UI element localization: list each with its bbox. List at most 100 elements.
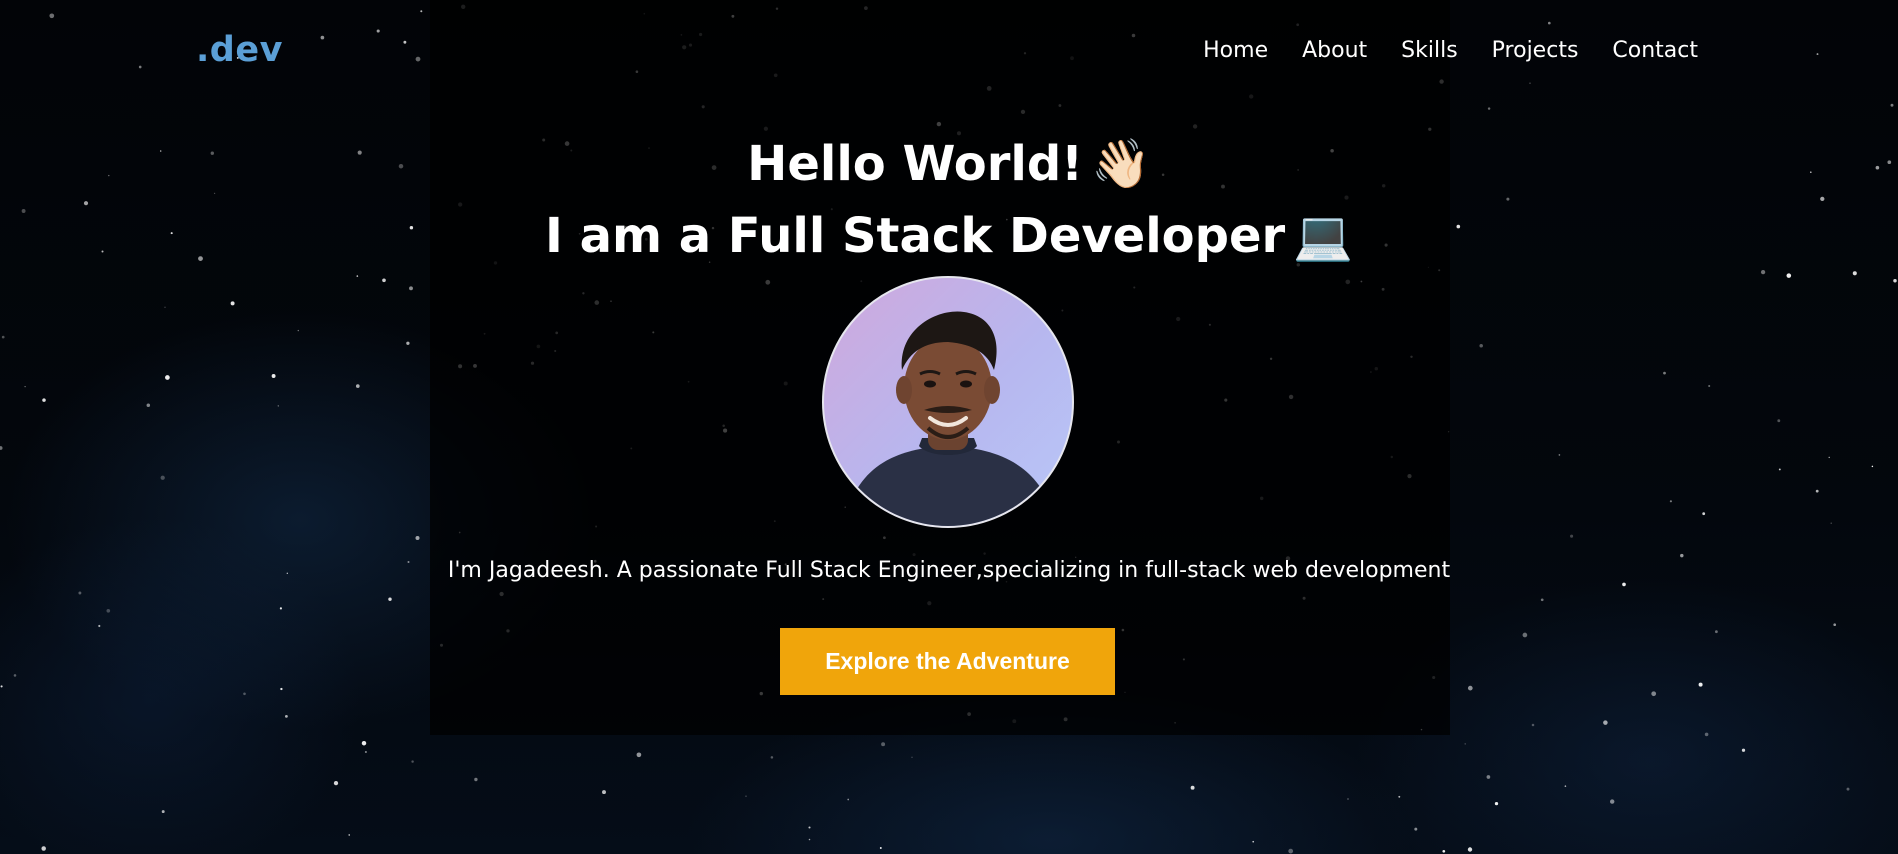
star	[243, 692, 246, 696]
star	[847, 798, 850, 801]
intro-text: I'm Jagadeesh. A passionate Full Stack E…	[447, 558, 1451, 583]
star	[1846, 787, 1850, 791]
star	[361, 740, 367, 746]
star	[42, 398, 46, 402]
star	[138, 65, 142, 69]
hero-heading: Hello World! 👋🏻 I am a Full Stack Develop…	[0, 128, 1898, 272]
star	[355, 384, 360, 388]
star	[1786, 273, 1792, 278]
star	[415, 535, 420, 541]
site-logo[interactable]: .dev	[196, 30, 283, 70]
star	[1547, 21, 1551, 25]
star	[164, 306, 166, 308]
star	[297, 329, 299, 332]
star	[879, 847, 882, 849]
star	[403, 40, 407, 44]
star	[1871, 465, 1874, 468]
star	[1778, 468, 1781, 471]
star	[1893, 279, 1897, 283]
star	[230, 301, 235, 306]
star	[1464, 743, 1466, 745]
star	[411, 760, 414, 763]
star	[1442, 849, 1446, 853]
nav-skills-link[interactable]: Skills	[1401, 38, 1458, 63]
star	[1540, 598, 1544, 602]
main-nav: Home About Skills Projects Contact	[1203, 38, 1698, 63]
star	[106, 608, 111, 613]
star	[348, 834, 350, 836]
star	[1414, 827, 1418, 831]
star	[41, 846, 46, 851]
star	[745, 795, 747, 797]
star	[1558, 454, 1561, 456]
star	[24, 385, 26, 388]
star	[320, 35, 325, 40]
star	[1479, 343, 1483, 348]
explore-adventure-button[interactable]: Explore the Adventure	[780, 628, 1115, 695]
nav-about-link[interactable]: About	[1302, 38, 1367, 63]
star	[0, 446, 3, 450]
role-line: I am a Full Stack Developer 💻	[0, 200, 1898, 272]
star	[1680, 553, 1684, 558]
star	[474, 777, 478, 782]
star	[1828, 456, 1830, 459]
star	[1704, 732, 1709, 737]
star	[1603, 720, 1608, 725]
star	[770, 756, 774, 759]
star	[1564, 785, 1567, 787]
star	[98, 624, 101, 628]
star	[1663, 371, 1666, 375]
star	[277, 405, 279, 407]
star	[911, 756, 913, 758]
star	[1715, 630, 1718, 634]
star	[1610, 799, 1615, 804]
nav-home-link[interactable]: Home	[1203, 38, 1268, 63]
star	[356, 275, 359, 277]
star	[1698, 682, 1703, 687]
star	[1815, 489, 1819, 493]
star	[1651, 691, 1657, 697]
page: .dev Home About Skills Projects Contact …	[0, 0, 1898, 854]
role-text: I am a Full Stack Developer	[545, 208, 1286, 264]
greeting-line: Hello World! 👋🏻	[0, 128, 1898, 200]
star	[1252, 840, 1255, 843]
star	[49, 13, 55, 19]
star	[382, 278, 386, 283]
star	[636, 752, 642, 758]
star	[1890, 103, 1894, 107]
nav-projects-link[interactable]: Projects	[1492, 38, 1579, 63]
profile-avatar	[822, 276, 1074, 528]
star	[1398, 795, 1401, 798]
star	[1467, 685, 1473, 691]
star	[1522, 632, 1528, 638]
star	[1570, 534, 1574, 538]
star	[808, 826, 811, 829]
star	[1702, 512, 1706, 516]
star	[364, 750, 367, 754]
star	[285, 715, 288, 718]
star	[415, 56, 421, 62]
star	[280, 687, 283, 691]
star	[0, 685, 3, 688]
greeting-text: Hello World!	[747, 136, 1084, 192]
star	[420, 10, 423, 13]
star	[279, 607, 282, 610]
star	[1830, 522, 1832, 524]
laptop-icon: 💻	[1293, 208, 1353, 264]
star	[1486, 775, 1491, 779]
star	[13, 674, 17, 677]
star	[808, 838, 811, 841]
star	[1467, 847, 1473, 852]
star	[406, 341, 410, 345]
nav-contact-link[interactable]: Contact	[1612, 38, 1698, 63]
star	[881, 742, 886, 747]
profile-photo-illustration	[844, 311, 1056, 526]
waving-hand-icon: 👋🏻	[1091, 136, 1151, 192]
star	[1, 335, 5, 339]
star	[161, 810, 165, 814]
star	[1487, 107, 1491, 110]
star	[1708, 384, 1711, 388]
star	[78, 591, 82, 595]
star	[1288, 848, 1294, 854]
star	[1190, 785, 1195, 790]
